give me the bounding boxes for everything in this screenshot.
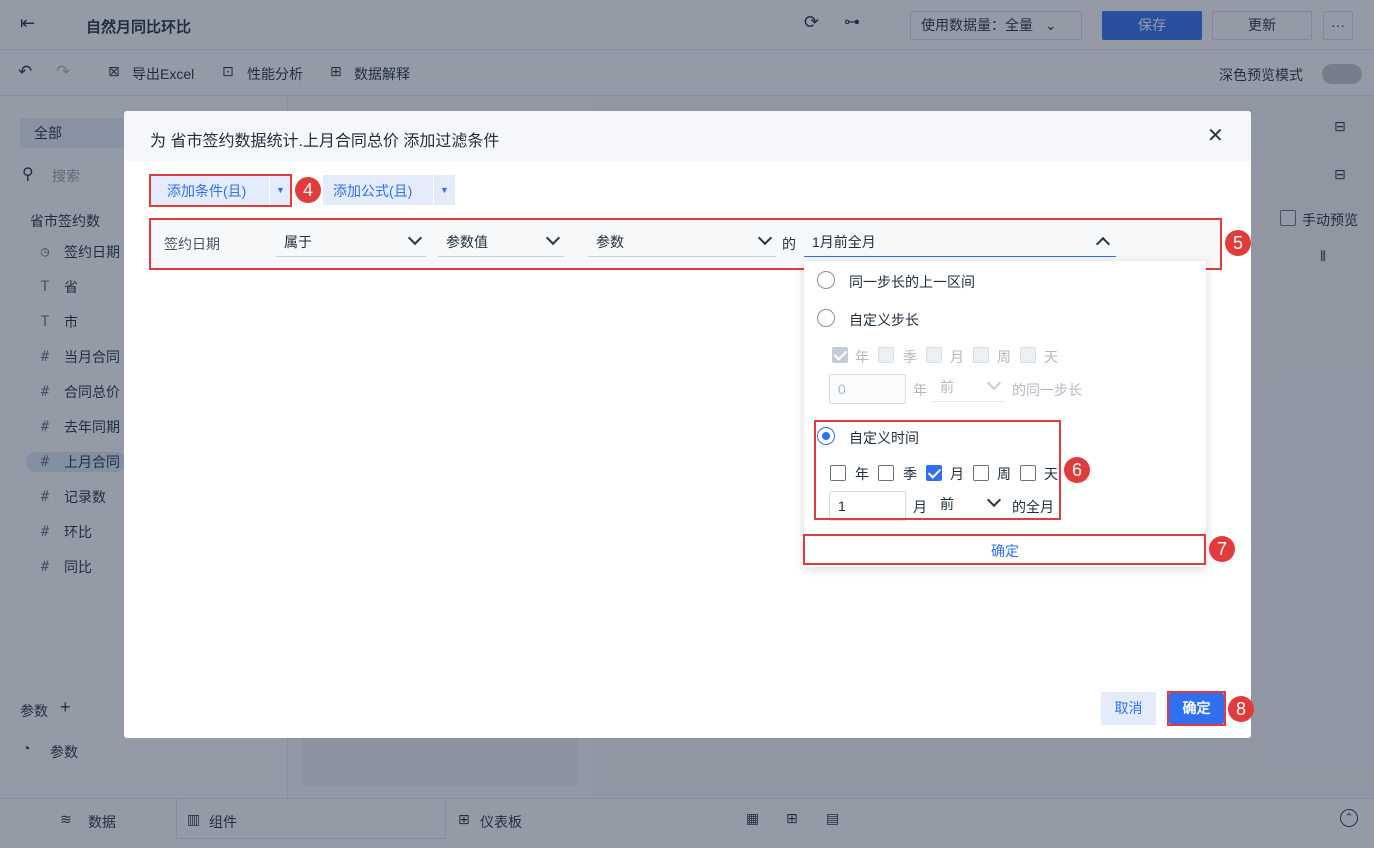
step-unit-label: 年: [913, 382, 927, 398]
step-week-label: 周: [997, 349, 1011, 365]
radio-prev-interval[interactable]: [817, 271, 835, 289]
radio-custom-step[interactable]: [817, 309, 835, 327]
step-badge-8: 8: [1228, 696, 1254, 722]
step-direction-value: 前: [940, 379, 954, 395]
step-direction-select: 前: [932, 374, 1005, 402]
step-value-input: 0: [829, 374, 906, 404]
step-week-checkbox: [973, 347, 989, 363]
option-prev-interval[interactable]: 同一步长的上一区间: [849, 272, 975, 292]
step-suffix: 的同一步长: [1012, 382, 1082, 398]
highlight-box-8: [1167, 691, 1226, 726]
step-year-checkbox: [832, 347, 848, 363]
highlight-box-4: [149, 174, 292, 207]
step-month-label: 月: [950, 349, 964, 365]
step-month-checkbox: [926, 347, 942, 363]
filter-dialog: 为 省市签约数据统计.上月合同总价 添加过滤条件 ✕ 添加条件(且) ▼ 4 添…: [124, 111, 1254, 738]
dialog-title: 为 省市签约数据统计.上月合同总价 添加过滤条件: [150, 133, 500, 150]
step-badge-6: 6: [1064, 457, 1090, 483]
step-year-label: 年: [855, 349, 869, 365]
option-custom-step[interactable]: 自定义步长: [849, 310, 919, 330]
step-badge-5: 5: [1225, 230, 1251, 256]
step-quarter-label: 季: [903, 349, 917, 365]
cancel-button[interactable]: 取消: [1101, 692, 1156, 725]
add-formula-dropdown-icon[interactable]: ▼: [433, 175, 455, 205]
highlight-box-6: [814, 420, 1061, 520]
step-quarter-checkbox: [878, 347, 894, 363]
highlight-box-7: [803, 534, 1206, 565]
step-badge-7: 7: [1209, 536, 1235, 562]
step-day-checkbox: [1020, 347, 1036, 363]
add-formula-button[interactable]: 添加公式(且) ▼: [323, 175, 455, 205]
step-day-label: 天: [1044, 349, 1058, 365]
step-badge-4: 4: [295, 177, 321, 203]
close-icon[interactable]: ✕: [1207, 123, 1224, 148]
dialog-header: 为 省市签约数据统计.上月合同总价 添加过滤条件 ✕: [124, 111, 1251, 161]
add-formula-label: 添加公式(且): [333, 183, 413, 199]
chevron-down-icon: [986, 375, 1002, 391]
